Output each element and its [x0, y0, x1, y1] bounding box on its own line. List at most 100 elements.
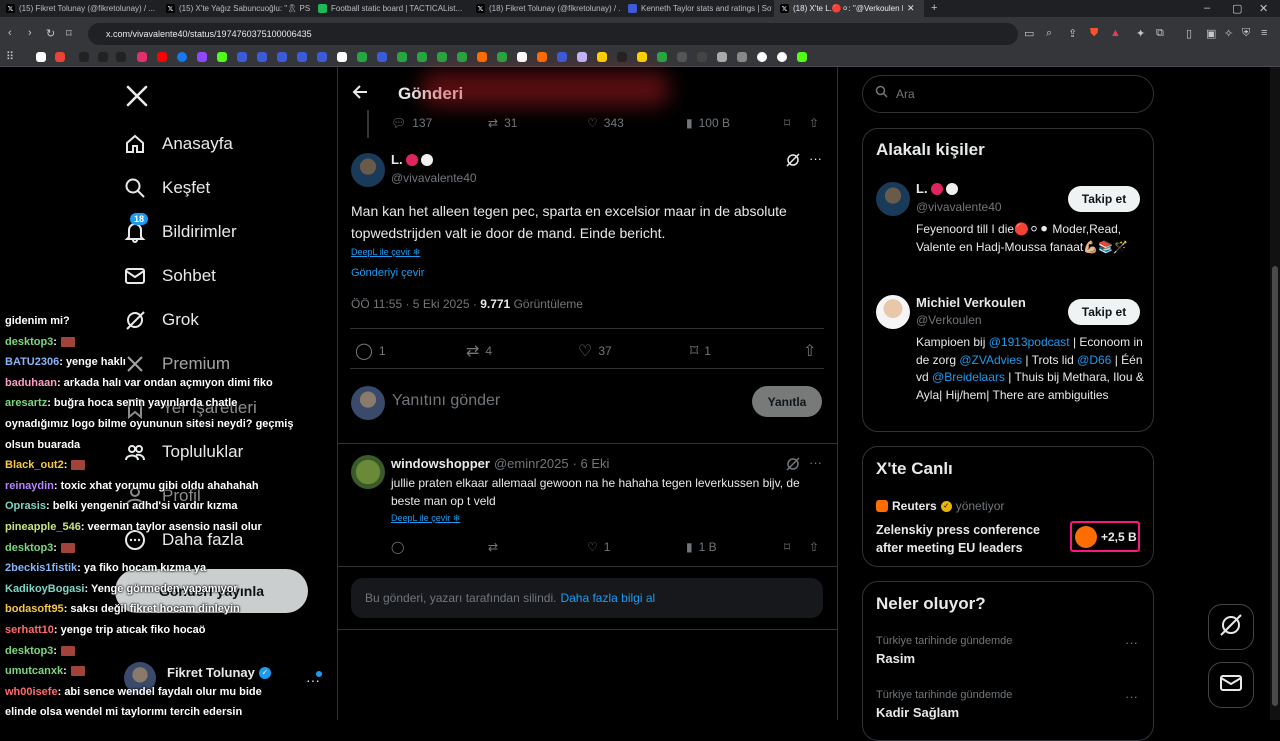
reply-submit-button[interactable]: Yanıtla	[752, 386, 822, 417]
reload-icon[interactable]: ↻	[46, 27, 55, 40]
brave-shield-icon[interactable]: ⛊	[1090, 27, 1098, 40]
bookmark-kick-icon[interactable]	[217, 52, 227, 62]
nav-home[interactable]: Anasayfa	[124, 129, 233, 159]
messages-fab[interactable]	[1208, 662, 1254, 708]
live-listeners[interactable]: +2,5 B	[1070, 521, 1140, 552]
trend-name[interactable]: Kadir Sağlam	[876, 705, 959, 720]
bio-mention[interactable]: @1913podcast	[989, 335, 1070, 349]
bookmark-site-icon[interactable]	[377, 52, 387, 62]
bookmark-site-icon[interactable]	[697, 52, 707, 62]
wallet-icon[interactable]: ▣	[1206, 27, 1216, 40]
reply-button[interactable]: ◯	[391, 540, 404, 554]
scrollbar-thumb[interactable]	[1272, 266, 1278, 706]
nav-messages[interactable]: Sohbet	[124, 261, 216, 291]
bookmark-twitch-icon[interactable]	[197, 52, 207, 62]
bookmark-site-icon[interactable]	[497, 52, 507, 62]
person-avatar[interactable]	[876, 295, 910, 329]
browser-tab[interactable]: 𝕏 (15) X'te Yağız Sabuncuoğlu: "🎗 PS...	[160, 0, 310, 17]
bookmark-kick-icon[interactable]	[797, 52, 807, 62]
apps-icon[interactable]: ⠿	[6, 50, 14, 63]
bookmark-folder-icon[interactable]	[717, 52, 727, 62]
reply-button[interactable]: ◯ 1	[355, 341, 386, 361]
bookmark-site-icon[interactable]	[337, 52, 347, 62]
bookmark-google-icon[interactable]	[36, 52, 46, 62]
bookmark-x-icon[interactable]	[98, 52, 108, 62]
live-host[interactable]: Reuters ✓ yönetiyor	[876, 499, 1004, 513]
reply-author-avatar[interactable]	[351, 455, 385, 489]
author-name[interactable]: L.	[391, 152, 433, 167]
brave-rewards-icon[interactable]: ▲	[1110, 27, 1121, 39]
bookmark-button[interactable]: ⌑	[784, 540, 790, 554]
search-box[interactable]: Ara	[862, 75, 1154, 113]
author-avatar[interactable]	[351, 153, 385, 187]
deepl-translate-link[interactable]: DeepL ile çevir ❄	[351, 247, 420, 258]
back-arrow-icon[interactable]	[352, 84, 368, 105]
person-name[interactable]: Michiel Verkoulen	[916, 295, 1026, 310]
share-button[interactable]: ⇧	[809, 116, 819, 130]
reply-input[interactable]: Yanıtını gönder	[392, 392, 500, 410]
nav-notifications[interactable]: 18 Bildirimler	[124, 213, 237, 247]
like-button[interactable]: ♡ 1	[587, 540, 610, 554]
browser-tab-active[interactable]: 𝕏 (18) X'te L.🔴⚪: "@Verkoulen M... ✕	[774, 0, 924, 17]
window-close-icon[interactable]: ✕	[1259, 2, 1268, 15]
bookmark-site-icon[interactable]	[557, 52, 567, 62]
reply-date[interactable]: · 6 Eki	[573, 456, 610, 471]
bookmark-link-icon[interactable]	[737, 52, 747, 62]
vpn-icon[interactable]: ⛨	[1242, 27, 1250, 40]
bookmark-site-icon[interactable]	[617, 52, 627, 62]
follow-button[interactable]: Takip et	[1068, 299, 1140, 325]
maximize-icon[interactable]: ▢	[1232, 2, 1242, 15]
bookmark-x-icon[interactable]	[116, 52, 126, 62]
person-handle[interactable]: @Verkoulen	[916, 313, 982, 327]
reply-author-handle[interactable]: @eminr2025	[494, 456, 569, 471]
bookmark-site-icon[interactable]	[597, 52, 607, 62]
bookmark-google-icon[interactable]	[757, 52, 767, 62]
address-bar[interactable]: x.com/vivavalente40/status/1974760375100…	[88, 23, 1018, 45]
bookmark-site-icon[interactable]	[317, 52, 327, 62]
bookmark-gmail-icon[interactable]	[55, 52, 65, 62]
bookmark-site-icon[interactable]	[397, 52, 407, 62]
like-button[interactable]: ♡ 37	[578, 341, 612, 361]
bio-mention[interactable]: @D66	[1077, 353, 1111, 367]
bookmark-site-icon[interactable]	[677, 52, 687, 62]
person-avatar[interactable]	[876, 182, 910, 216]
forward-icon[interactable]: ›	[28, 27, 32, 39]
learn-more-link[interactable]: Daha fazla bilgi al	[560, 591, 655, 605]
new-tab-icon[interactable]: +	[931, 2, 937, 14]
bookmark-site-icon[interactable]	[357, 52, 367, 62]
repost-button[interactable]: ⇄	[488, 540, 498, 554]
bookmark-site-icon[interactable]	[237, 52, 247, 62]
bookmark-site-icon[interactable]	[517, 52, 527, 62]
bookmark-site-icon[interactable]	[437, 52, 447, 62]
cast-icon[interactable]: ▭	[1024, 27, 1034, 40]
views-button[interactable]: ▮ 100 B	[686, 116, 730, 130]
more-dots-icon[interactable]: ···	[809, 151, 822, 166]
more-dots-icon[interactable]: ···	[1125, 635, 1138, 650]
bookmark-page-icon[interactable]: ⌑	[66, 27, 72, 40]
deepl-translate-link[interactable]: DeepL ile çevir ❄	[391, 513, 460, 524]
more-dots-icon[interactable]: ···	[809, 455, 822, 470]
grok-icon[interactable]	[786, 153, 800, 172]
bookmark-site-icon[interactable]	[457, 52, 467, 62]
live-event-title[interactable]: Zelenskiy press conference after meeting…	[876, 521, 1056, 557]
minimize-icon[interactable]: –	[1204, 2, 1210, 14]
bookmark-site-icon[interactable]	[477, 52, 487, 62]
person-handle[interactable]: @vivavalente40	[916, 200, 1002, 214]
screenshot-icon[interactable]: ⧉	[1156, 27, 1164, 40]
zoom-icon[interactable]: ⌕	[1046, 27, 1052, 40]
trend-name[interactable]: Rasim	[876, 651, 915, 666]
views-button[interactable]: ▮ 1 B	[686, 540, 717, 554]
browser-tab[interactable]: 𝕏 (15) Fikret Tolunay (@fikretolunay) / …	[0, 0, 157, 17]
bookmark-site-icon[interactable]	[657, 52, 667, 62]
bookmark-site-icon[interactable]	[577, 52, 587, 62]
share-button[interactable]: ⇧	[803, 341, 816, 361]
sidebar-icon[interactable]: ▯	[1186, 27, 1192, 40]
menu-icon[interactable]: ≡	[1261, 27, 1267, 39]
bio-mention[interactable]: @Breidelaars	[932, 370, 1005, 384]
browser-tab[interactable]: 𝕏 (18) Fikret Tolunay (@fikretolunay) / …	[470, 0, 620, 17]
x-logo-icon[interactable]	[125, 84, 149, 108]
bookmark-x-icon[interactable]	[79, 52, 89, 62]
like-button[interactable]: ♡ 343	[587, 116, 624, 130]
share-icon[interactable]: ⇪	[1068, 27, 1077, 40]
back-icon[interactable]: ‹	[8, 27, 12, 39]
